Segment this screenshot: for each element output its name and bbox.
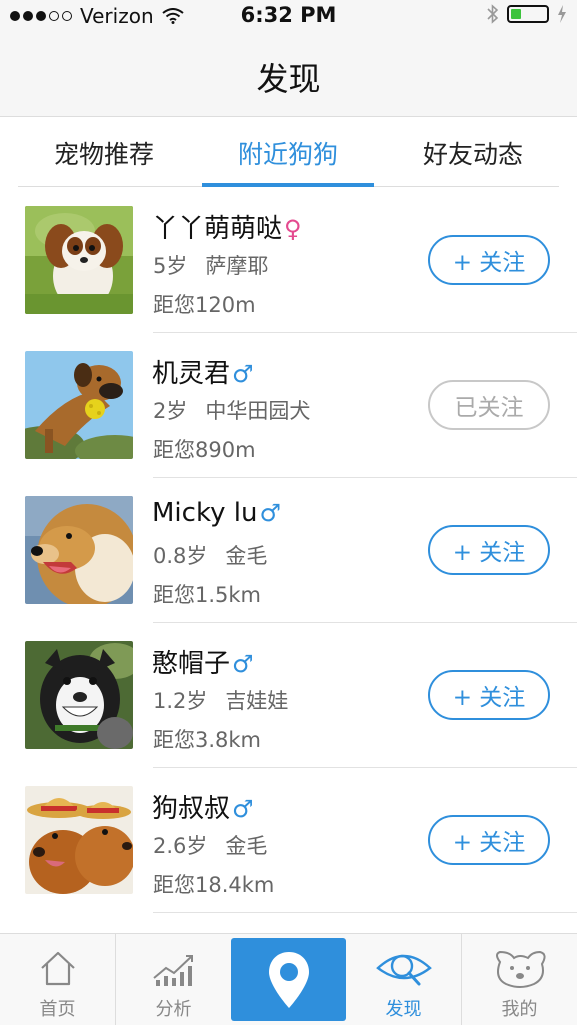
pet-distance: 距您18.4km xyxy=(153,873,275,897)
pet-name: 丫丫萌萌哒 xyxy=(152,214,283,244)
nav-bar: 发现 xyxy=(0,32,577,117)
avatar[interactable] xyxy=(25,786,133,894)
pet-age: 1.2岁 xyxy=(153,689,208,713)
tabbar-label: 发现 xyxy=(385,999,422,1020)
bluetooth-icon xyxy=(487,4,499,24)
list-item[interactable]: 机灵君♂ 2岁 中华田园犬 距您890m 已关注 xyxy=(0,333,577,478)
pet-name-line: Micky lu♂ xyxy=(152,498,281,528)
tabbar-discover[interactable]: 发现 xyxy=(346,934,461,1025)
avatar[interactable] xyxy=(25,641,133,749)
follow-button[interactable]: + 关注 xyxy=(428,235,550,285)
pet-name-line: 狗叔叔♂ xyxy=(152,788,254,825)
avatar[interactable] xyxy=(25,496,133,604)
eye-icon xyxy=(375,954,432,986)
tabbar-analysis[interactable]: 分析 xyxy=(116,934,231,1025)
pet-distance: 距您1.5km xyxy=(153,583,262,607)
pet-breed: 中华田园犬 xyxy=(205,399,311,423)
pet-name: 机灵君 xyxy=(152,359,231,389)
pet-breed: 萨摩耶 xyxy=(205,254,269,278)
pet-age: 5岁 xyxy=(153,254,188,278)
follow-button[interactable]: + 关注 xyxy=(428,525,550,575)
pet-breed: 金毛 xyxy=(225,834,268,858)
tab-nearby-dogs[interactable]: 附近狗狗 xyxy=(196,135,380,171)
tabbar-label: 分析 xyxy=(155,999,192,1020)
male-icon: ♂ xyxy=(259,499,281,527)
avatar[interactable] xyxy=(25,351,133,459)
pet-name-line: 机灵君♂ xyxy=(152,353,254,390)
male-icon: ♂ xyxy=(232,360,254,388)
bottom-tab-bar: 首页 分析 发现 我的 xyxy=(0,933,577,1025)
pet-age: 2岁 xyxy=(153,399,188,423)
list-item[interactable]: Micky lu♂ 0.8岁 金毛 距您1.5km + 关注 xyxy=(0,478,577,623)
location-pin-icon xyxy=(268,952,309,1008)
followed-button[interactable]: 已关注 xyxy=(428,380,550,430)
pet-meta: 0.8岁 金毛 xyxy=(153,540,267,570)
tab-friend-updates[interactable]: 好友动态 xyxy=(381,135,565,171)
list-item[interactable]: 狗叔叔♂ 2.6岁 金毛 距您18.4km + 关注 xyxy=(0,768,577,913)
chart-icon xyxy=(152,955,193,986)
follow-button[interactable]: + 关注 xyxy=(428,670,550,720)
pet-meta: 2.6岁 金毛 xyxy=(153,830,267,860)
follow-button[interactable]: + 关注 xyxy=(428,815,550,865)
page-title: 发现 xyxy=(256,60,321,98)
pet-breed: 吉娃娃 xyxy=(225,689,289,713)
pet-name: 狗叔叔 xyxy=(152,794,231,824)
pet-distance: 距您3.8km xyxy=(153,728,262,752)
tabbar-home[interactable]: 首页 xyxy=(0,934,115,1025)
tabbar-label: 首页 xyxy=(39,999,76,1020)
pet-meta: 1.2岁 吉娃娃 xyxy=(153,685,288,715)
tabbar-location[interactable] xyxy=(231,938,346,1021)
home-icon xyxy=(40,951,75,986)
female-icon: ♀ xyxy=(284,215,302,243)
list-item[interactable]: 憨帽子♂ 1.2岁 吉娃娃 距您3.8km + 关注 xyxy=(0,623,577,768)
male-icon: ♂ xyxy=(232,650,254,678)
list-item[interactable]: 丫丫萌萌哒♀ 5岁 萨摩耶 距您120m + 关注 xyxy=(0,188,577,333)
male-icon: ♂ xyxy=(232,795,254,823)
pet-name: 憨帽子 xyxy=(152,649,231,679)
charging-icon xyxy=(558,5,566,23)
battery-icon xyxy=(507,5,549,23)
segment-tabs: 宠物推荐 附近狗狗 好友动态 xyxy=(0,117,577,187)
avatar[interactable] xyxy=(25,206,133,314)
pet-name-line: 丫丫萌萌哒♀ xyxy=(152,208,302,245)
pet-breed: 金毛 xyxy=(225,544,268,568)
row-divider xyxy=(153,912,577,913)
pet-age: 0.8岁 xyxy=(153,544,208,568)
pet-name-line: 憨帽子♂ xyxy=(152,643,254,680)
pet-meta: 2岁 中华田园犬 xyxy=(153,395,310,425)
pet-name: Micky lu xyxy=(152,498,258,528)
status-bar: Verizon 6:32 PM xyxy=(0,0,577,32)
pet-age: 2.6岁 xyxy=(153,834,208,858)
tab-pet-recommend[interactable]: 宠物推荐 xyxy=(12,135,196,171)
tabbar-label: 我的 xyxy=(501,999,538,1020)
pet-meta: 5岁 萨摩耶 xyxy=(153,250,268,280)
dog-face-icon xyxy=(495,950,546,988)
pet-distance: 距您890m xyxy=(153,438,256,462)
active-tab-indicator xyxy=(202,183,374,187)
tabbar-mine[interactable]: 我的 xyxy=(462,934,577,1025)
pet-distance: 距您120m xyxy=(153,293,256,317)
